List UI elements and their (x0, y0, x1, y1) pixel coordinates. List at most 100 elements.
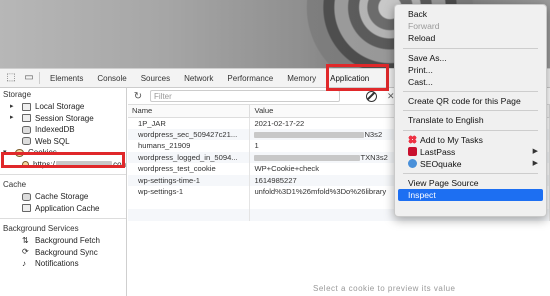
database-icon (22, 125, 31, 134)
redacted-value (254, 131, 365, 138)
menu-item-reload[interactable]: Reload (395, 32, 546, 44)
sidebar-item-background-fetch[interactable]: ⇅ Background Fetch (0, 235, 126, 247)
tab-performance[interactable]: Performance (220, 69, 280, 88)
menu-item-cast[interactable]: Cast... (395, 76, 546, 88)
menu-item-save-as[interactable]: Save As... (395, 52, 546, 64)
cookie-name: 1P_JAR (128, 117, 251, 129)
sidebar-item-label: IndexedDB (35, 125, 75, 134)
preview-hint: Select a cookie to preview its value (313, 284, 456, 293)
tab-memory[interactable]: Memory (280, 69, 323, 88)
empty-cell (128, 197, 251, 209)
bell-icon: ♪ (22, 258, 26, 268)
sidebar-item-local-storage[interactable]: ▸ Local Storage (0, 101, 126, 113)
menu-separator (403, 173, 538, 175)
chevron-right-icon: ▸ (10, 114, 14, 122)
cookie-name: wp-settings-time-1 (128, 174, 251, 186)
database-icon (22, 137, 31, 146)
menu-item-label: SEOquake (420, 158, 462, 169)
tab-network[interactable]: Network (177, 69, 220, 88)
tab-separator (39, 72, 40, 84)
redacted-value (254, 154, 361, 161)
filter-input[interactable] (150, 90, 340, 102)
storage-header: Storage (3, 90, 32, 99)
sidebar-item-label: Background Fetch (35, 236, 100, 245)
column-header-name[interactable]: Name (128, 105, 251, 118)
seoquake-icon (408, 158, 417, 168)
cookie-name: wordpress_sec_509427c21... (128, 128, 251, 140)
sidebar-item-cookie-site[interactable]: https:/ con (0, 159, 126, 171)
tab-application[interactable]: Application (323, 69, 376, 88)
sidebar-item-label: Web SQL (35, 136, 70, 146)
menu-item-seoquake[interactable]: SEOquake ▶ (395, 158, 546, 170)
menu-separator (403, 47, 538, 49)
sidebar-item-indexeddb[interactable]: IndexedDB (0, 124, 126, 136)
sidebar-item-cookies[interactable]: ▾ Cookies (0, 147, 126, 159)
storage-grid-icon (22, 204, 31, 213)
tasks-dots-icon (408, 134, 417, 144)
cookie-name: humans_21909 (128, 140, 251, 152)
sidebar-item-label: Local Storage (35, 102, 85, 111)
menu-item-create-qr[interactable]: Create QR code for this Page (395, 95, 546, 107)
sidebar-item-label: Notifications (35, 259, 79, 268)
device-toolbar-icon[interactable]: ▭ (22, 71, 36, 85)
menu-item-forward: Forward (408, 21, 440, 32)
menu-separator (403, 110, 538, 112)
sidebar-item-notifications[interactable]: ♪ Notifications (0, 258, 126, 270)
tab-console[interactable]: Console (90, 69, 133, 88)
menu-item-print[interactable]: Print... (395, 64, 546, 76)
menu-item-add-tasks[interactable]: Add to My Tasks (395, 134, 546, 146)
storage-grid-icon (22, 102, 31, 111)
sidebar-item-background-sync[interactable]: ⟳ Background Sync (0, 247, 126, 259)
menu-item-view-source[interactable]: View Page Source (395, 177, 546, 189)
redacted-url (55, 161, 113, 168)
tab-sources[interactable]: Sources (134, 69, 177, 88)
menu-item-translate[interactable]: Translate to English (395, 114, 546, 126)
cookie-name: wordpress_test_cookie (128, 163, 251, 175)
inspect-element-icon[interactable]: ⬚ (4, 71, 18, 85)
chevron-right-icon: ▸ (10, 102, 14, 110)
cookie-icon (22, 160, 29, 168)
sidebar-item-web-sql[interactable]: Web SQL (0, 136, 126, 148)
cookie-name: wordpress_logged_in_5094... (128, 151, 251, 163)
sidebar-item-label: Application Cache (35, 203, 100, 213)
cookie-site-suffix: con (113, 159, 126, 169)
sidebar-item-label: Cache Storage (35, 192, 89, 201)
menu-separator (403, 91, 538, 93)
clear-all-cookies-icon[interactable] (366, 90, 377, 102)
cookie-icon (15, 148, 24, 157)
sidebar-item-application-cache[interactable]: Application Cache (0, 203, 126, 215)
background-services-header: Background Services (3, 224, 79, 233)
cache-header: Cache (3, 180, 27, 189)
sidebar-item-cache-storage[interactable]: Cache Storage (0, 191, 126, 203)
cookie-name: wp-settings-1 (128, 186, 251, 198)
cookie-value: TXN3s2 (360, 152, 388, 162)
menu-item-label: LastPass (420, 146, 456, 157)
database-icon (22, 192, 31, 201)
section-divider (0, 174, 126, 175)
sidebar-item-label: Background Sync (35, 247, 98, 257)
refresh-icon[interactable]: ↻ (132, 91, 144, 102)
tab-elements[interactable]: Elements (43, 69, 90, 88)
menu-separator (403, 129, 538, 131)
chevron-down-icon: ▾ (3, 148, 7, 156)
submenu-arrow-icon: ▶ (532, 147, 538, 155)
menu-item-back[interactable]: Back (395, 8, 546, 20)
menu-item-label: Add to My Tasks (420, 134, 483, 145)
cookie-value: N3s2 (364, 129, 383, 139)
sidebar-item-label: Session Storage (35, 113, 94, 123)
section-divider (0, 218, 126, 219)
menu-item-inspect[interactable]: Inspect (398, 189, 543, 202)
arrows-updown-icon: ⇅ (22, 235, 29, 245)
submenu-arrow-icon: ▶ (532, 159, 538, 167)
application-sidebar: Storage ▸ Local Storage ▸ Session Storage … (0, 88, 127, 296)
sync-icon: ⟳ (22, 247, 29, 257)
menu-item-lastpass[interactable]: LastPass ▶ (395, 146, 546, 158)
lastpass-icon (408, 146, 417, 156)
empty-cell (128, 209, 251, 221)
sidebar-item-session-storage[interactable]: ▸ Session Storage (0, 113, 126, 125)
